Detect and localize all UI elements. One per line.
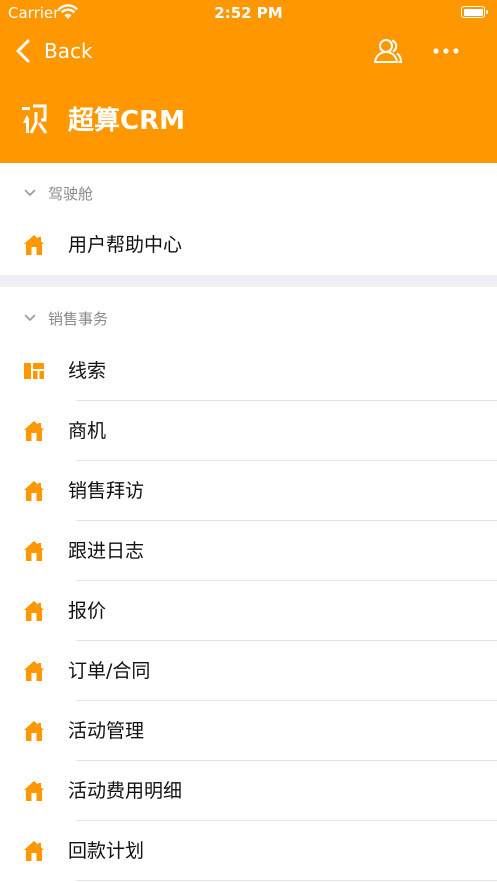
menu-item-label: 活动管理 <box>68 720 145 742</box>
menu-item-label: 回款计划 <box>68 840 145 862</box>
menu-item-help-center[interactable]: 用户帮助中心 <box>0 215 497 275</box>
section-divider <box>0 275 497 287</box>
back-label: Back <box>44 39 93 63</box>
brand-bar: 超算CRM <box>0 96 497 146</box>
brand-logo-icon <box>22 104 48 134</box>
grid-icon <box>24 363 44 379</box>
section-title: 销售事务 <box>48 309 109 328</box>
app-title: 超算CRM <box>68 106 185 136</box>
home-icon <box>24 421 44 441</box>
home-icon <box>24 481 44 501</box>
menu-item-label: 线索 <box>68 360 107 382</box>
status-time: 2:52 PM <box>214 4 283 22</box>
menu-item-campaign-expense-details[interactable]: 活动费用明细 <box>0 761 497 821</box>
menu-item-orders-contracts[interactable]: 订单/合同 <box>0 641 497 701</box>
menu-item-leads[interactable]: 线索 <box>0 341 497 401</box>
section-header-cockpit[interactable]: 驾驶舱 <box>0 163 497 223</box>
app-header: Carrier 2:52 PM Back 超算CRM <box>0 0 497 163</box>
home-icon <box>24 721 44 741</box>
menu-item-label: 订单/合同 <box>68 660 151 682</box>
home-icon <box>24 235 44 255</box>
menu-item-label: 报价 <box>68 600 107 622</box>
menu-item-quotes[interactable]: 报价 <box>0 581 497 641</box>
section-header-sales[interactable]: 销售事务 <box>0 288 497 348</box>
home-icon <box>24 841 44 861</box>
status-bar: Carrier 2:52 PM <box>0 0 497 26</box>
nav-bar: Back <box>0 26 497 76</box>
menu-item-sales-visits[interactable]: 销售拜访 <box>0 461 497 521</box>
section-title: 驾驶舱 <box>48 184 94 203</box>
menu-item-opportunities[interactable]: 商机 <box>0 401 497 461</box>
menu-item-label: 商机 <box>68 420 107 442</box>
more-icon[interactable] <box>430 39 462 63</box>
battery-icon <box>461 6 488 18</box>
home-icon <box>24 541 44 561</box>
chevron-left-icon <box>16 39 30 63</box>
menu-item-label: 销售拜访 <box>68 480 145 502</box>
home-icon <box>24 661 44 681</box>
menu-item-campaign-management[interactable]: 活动管理 <box>0 701 497 761</box>
menu-item-payment-plan[interactable]: 回款计划 <box>0 821 497 881</box>
user-icon[interactable] <box>373 36 403 66</box>
menu-item-label: 用户帮助中心 <box>68 234 183 256</box>
chevron-down-icon <box>24 314 36 321</box>
chevron-down-icon <box>24 189 36 196</box>
menu-item-follow-up-log[interactable]: 跟进日志 <box>0 521 497 581</box>
menu-item-label: 活动费用明细 <box>68 780 183 802</box>
menu-item-label: 跟进日志 <box>68 540 145 562</box>
row-separator <box>76 880 497 881</box>
home-icon <box>24 781 44 801</box>
back-button[interactable]: Back <box>14 36 93 66</box>
home-icon <box>24 601 44 621</box>
